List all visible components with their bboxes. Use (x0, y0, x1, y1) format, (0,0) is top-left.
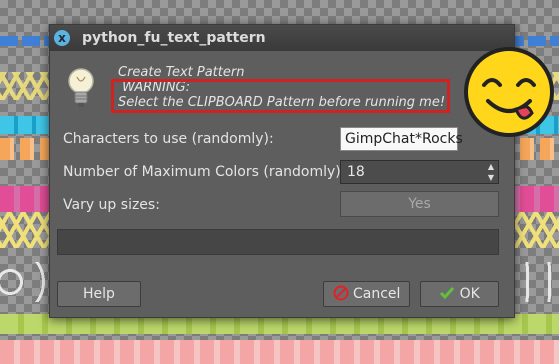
smiley-emoji (464, 47, 554, 137)
cancel-button[interactable]: Cancel (323, 281, 410, 307)
spin-buttons: ▲ ▼ (484, 161, 498, 183)
window-title: python_fu_text_pattern (82, 30, 266, 46)
sizes-label: Vary up sizes: (63, 197, 160, 213)
chars-label: Characters to use (randomly): (63, 131, 274, 147)
checkmark-icon (440, 287, 455, 300)
colors-value: 18 (347, 164, 365, 180)
colors-spinbox[interactable]: 18 ▲ ▼ (340, 160, 499, 184)
chars-input[interactable]: GimpChat*Rocks (340, 127, 463, 151)
background-stripe (0, 340, 559, 364)
ok-label: OK (459, 286, 480, 302)
close-icon[interactable]: x (54, 30, 70, 46)
ok-button[interactable]: OK (420, 281, 499, 307)
spin-up-icon[interactable]: ▲ (484, 161, 498, 172)
message-heading: Create Text Pattern (118, 65, 245, 80)
plugin-dialog: x python_fu_text_pattern Create Text Pat… (49, 24, 515, 318)
cancel-label: Cancel (353, 286, 401, 302)
cancel-icon (333, 285, 349, 301)
help-button[interactable]: Help (57, 281, 141, 307)
progress-bar (57, 229, 499, 255)
lightbulb-icon (68, 68, 94, 107)
vary-sizes-toggle[interactable]: Yes (340, 191, 499, 217)
title-bar: x python_fu_text_pattern (50, 25, 514, 51)
warning-highlight-box (111, 79, 450, 113)
colors-label: Number of Maximum Colors (randomly): (63, 164, 346, 180)
spin-down-icon[interactable]: ▼ (484, 172, 498, 183)
